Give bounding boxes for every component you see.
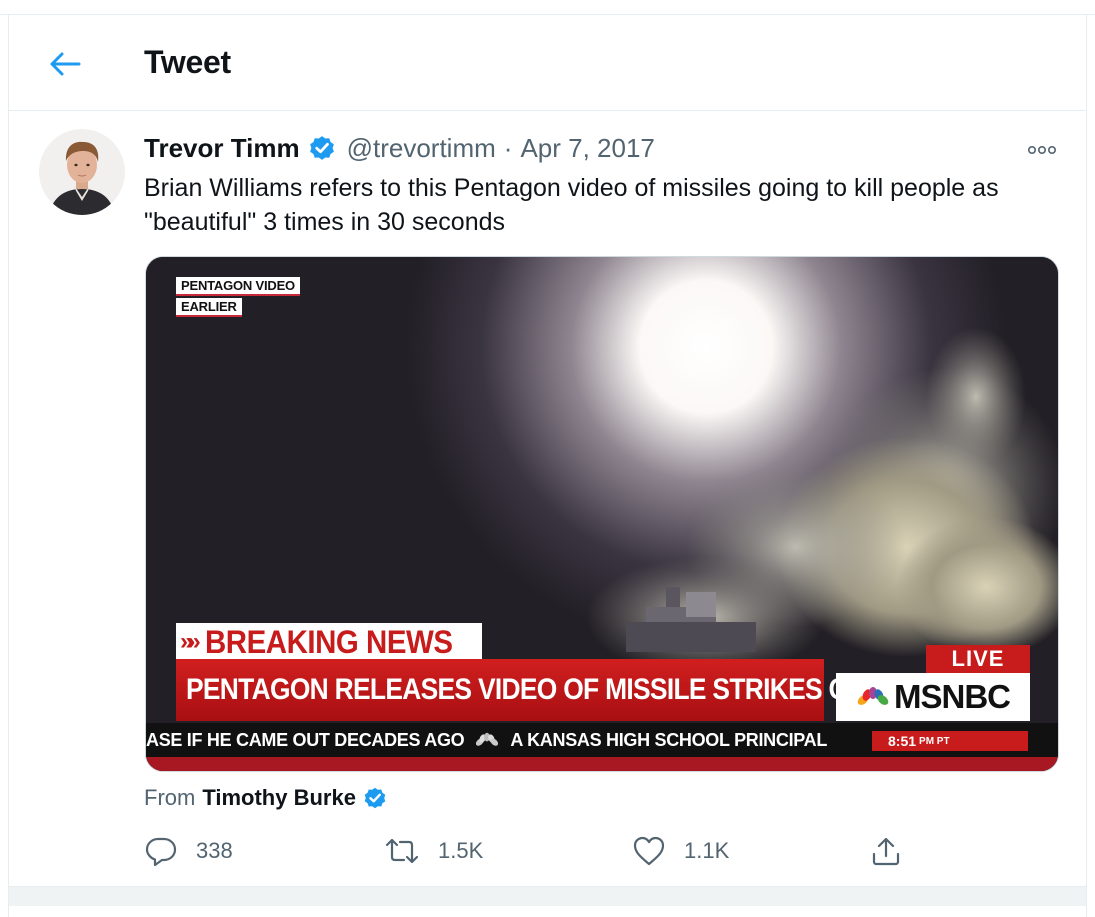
peacock-icon [857, 687, 889, 707]
breaking-news-label: »» BREAKING NEWS [176, 623, 482, 661]
media-attribution: From Timothy Burke [144, 785, 388, 811]
tweet-date[interactable]: Apr 7, 2017 [520, 133, 654, 164]
section-divider [9, 886, 1086, 906]
tweet-actions: 338 1.5K 1.1K [144, 833, 944, 869]
ticker-text-right: A KANSAS HIGH SCHOOL PRINCIPAL [510, 729, 828, 750]
author-avatar[interactable] [39, 129, 125, 215]
broadcast-clock: 8:51 PM PT [872, 731, 1028, 751]
back-button[interactable] [43, 45, 87, 83]
retweet-icon [385, 838, 419, 864]
video-chip-source: PENTAGON VIDEO [176, 277, 300, 296]
clock-time: 8:51 [888, 733, 917, 749]
tweet-author-line: Trevor Timm @trevortimm · Apr 7, 2017 [144, 131, 655, 165]
ticker-bottom-strip [146, 757, 1058, 771]
like-button[interactable]: 1.1K [632, 833, 729, 869]
share-icon [872, 837, 900, 866]
more-dots-icon [1027, 145, 1056, 155]
breaking-text: BREAKING NEWS [204, 623, 453, 660]
news-headline-bar: PENTAGON RELEASES VIDEO OF MISSILE STRIK… [176, 659, 951, 721]
avatar-photo [39, 129, 125, 215]
author-name[interactable]: Trevor Timm [144, 133, 300, 164]
network-name: MSNBC [894, 678, 1011, 715]
author-handle[interactable]: @trevortimm [347, 133, 496, 164]
more-options-button[interactable] [1025, 138, 1059, 162]
verified-badge-icon [309, 136, 334, 160]
arrow-left-icon [50, 52, 81, 76]
verified-badge-icon [364, 787, 386, 809]
attribution-name[interactable]: Timothy Burke [202, 785, 356, 811]
reply-icon [145, 837, 177, 867]
peacock-icon [476, 732, 499, 746]
breaking-arrows: »» [180, 628, 201, 655]
reply-count: 338 [196, 838, 233, 863]
network-logo: MSNBC [836, 673, 1030, 721]
retweet-button[interactable]: 1.5K [384, 833, 483, 869]
ticker-text-left: ASE IF HE CAME OUT DECADES AGO [146, 729, 465, 750]
share-button[interactable] [870, 833, 902, 869]
live-badge: LIVE [926, 645, 1030, 673]
clock-suffix: PM PT [919, 735, 950, 747]
tweet-text: Brian Williams refers to this Pentagon v… [144, 174, 999, 236]
like-count: 1.1K [684, 838, 730, 863]
video-chip-time: EARLIER [176, 298, 242, 317]
reply-button[interactable]: 338 [144, 833, 233, 869]
heart-icon [633, 836, 665, 866]
page-header: Tweet [9, 14, 1086, 111]
page-title: Tweet [144, 44, 231, 80]
meta-separator: · [503, 132, 513, 163]
retweet-count: 1.5K [438, 838, 484, 863]
tweet-video[interactable]: PENTAGON VIDEO EARLIER »» BREAKING NEWS … [145, 256, 1059, 772]
tweet-column: Tweet Trevor Timm @trevortimm · Apr 7, 2… [8, 14, 1087, 917]
attribution-prefix: From [144, 785, 196, 810]
